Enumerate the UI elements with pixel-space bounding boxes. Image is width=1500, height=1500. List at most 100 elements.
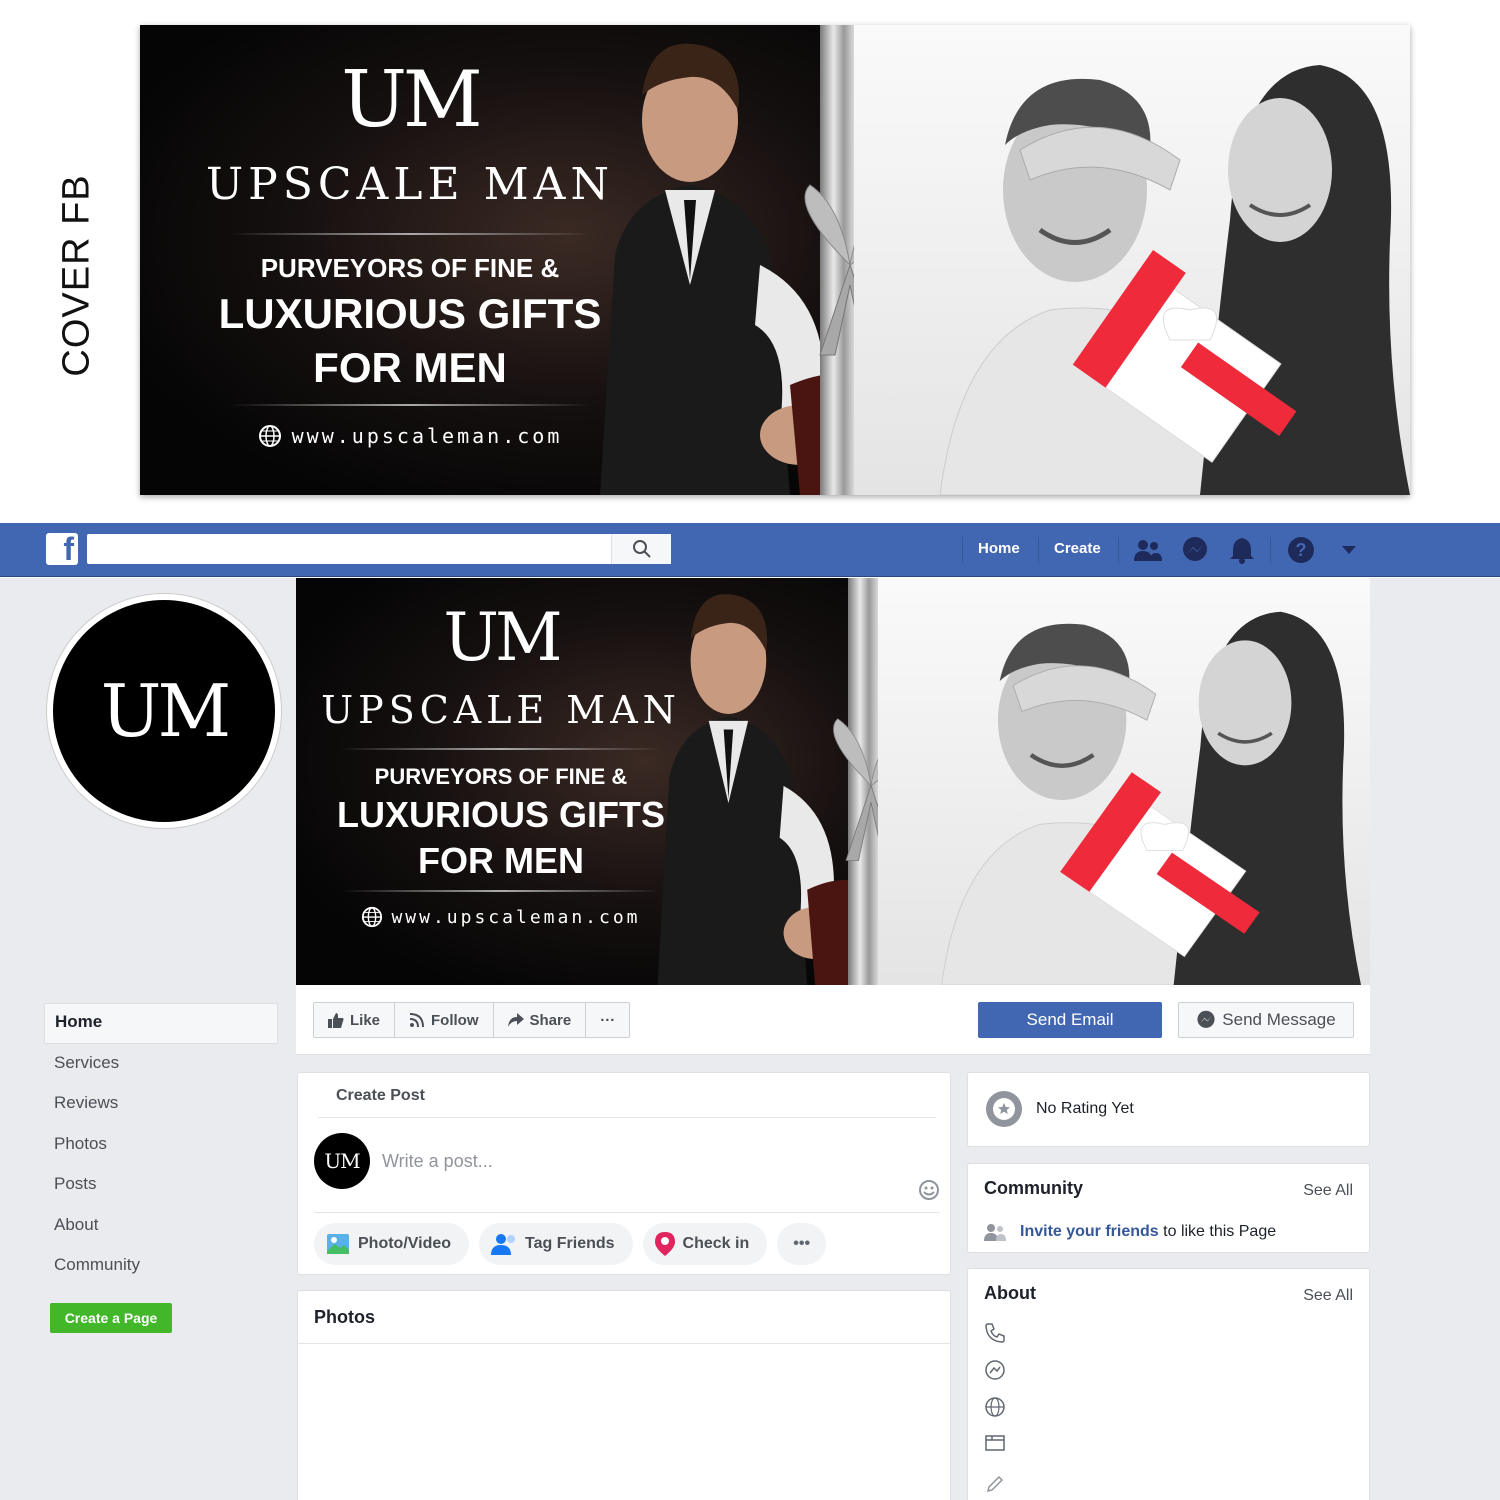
nav-separator — [1270, 537, 1271, 563]
more-options-button[interactable]: ··· — [586, 1003, 629, 1037]
check-in-label: Check in — [682, 1235, 750, 1252]
thumbs-up-icon — [328, 1013, 344, 1028]
cover-url-row: www.upscaleman.com — [200, 424, 620, 448]
check-in-button[interactable]: Check in — [642, 1223, 768, 1265]
cover-logo: UM — [443, 599, 562, 676]
avatar: UM — [314, 1133, 370, 1189]
nav-separator — [1038, 537, 1039, 563]
help-icon[interactable]: ? — [1286, 535, 1316, 565]
facebook-logo[interactable]: f — [46, 531, 78, 567]
profile-picture[interactable]: UM — [47, 594, 281, 828]
create-page-button[interactable]: Create a Page — [50, 1303, 172, 1333]
globe-icon — [258, 425, 281, 447]
page-root: COVER FB UM UPSCALE MAN PURVEYORS OF FIN… — [0, 0, 1500, 1500]
community-title[interactable]: Community — [984, 1178, 1083, 1199]
page-action-bar: Like Follow Share ··· Send Email Send Me… — [296, 985, 1370, 1055]
photo-video-button[interactable]: Photo/Video — [314, 1223, 470, 1265]
fb-topbar: f Home Create ? — [0, 523, 1500, 577]
cover-tagline-3: FOR MEN — [418, 840, 584, 881]
friends-icon[interactable] — [1133, 535, 1163, 565]
couple-illustration — [941, 611, 1361, 985]
account-menu-chevron-down-icon[interactable] — [1334, 535, 1364, 565]
invite-friends-text: to like this Page — [1163, 1223, 1277, 1240]
send-message-button[interactable]: Send Message — [1178, 1002, 1354, 1038]
left-nav-posts[interactable]: Posts — [44, 1165, 278, 1206]
divider — [314, 1212, 940, 1213]
cover-url: www.upscaleman.com — [291, 424, 563, 448]
rating-text: No Rating Yet — [1036, 1100, 1134, 1117]
photos-card: Photos — [297, 1290, 951, 1500]
rating-star-icon — [986, 1091, 1022, 1127]
like-button[interactable]: Like — [314, 1003, 396, 1037]
svg-text:?: ? — [1296, 540, 1307, 560]
search-button[interactable] — [611, 534, 671, 564]
nav-create[interactable]: Create — [1054, 540, 1101, 557]
avatar-logo: UM — [324, 1149, 360, 1173]
cover-url: www.upscaleman.com — [391, 906, 641, 928]
send-message-label: Send Message — [1222, 1010, 1336, 1029]
cover-rule-bottom — [341, 890, 661, 892]
notifications-bell-icon[interactable] — [1227, 535, 1257, 565]
side-label-text: COVER FB — [55, 173, 98, 377]
community-see-all-link[interactable]: See All — [1303, 1182, 1353, 1200]
search-input[interactable] — [87, 534, 671, 564]
invite-friends-row: Invite your friends to like this Page — [984, 1223, 1276, 1241]
emoji-icon[interactable] — [918, 1179, 940, 1206]
messenger-icon — [984, 1359, 1006, 1381]
cover-brand-name: UPSCALE MAN — [321, 688, 681, 732]
rss-follow-icon — [409, 1013, 425, 1028]
share-label: Share — [529, 1011, 572, 1029]
rating-card: No Rating Yet — [967, 1072, 1370, 1147]
divider — [298, 1343, 950, 1344]
like-label: Like — [350, 1011, 381, 1029]
nav-home[interactable]: Home — [978, 540, 1020, 557]
nav-separator — [962, 537, 963, 563]
share-button[interactable]: Share — [494, 1003, 587, 1037]
left-nav-reviews[interactable]: Reviews — [44, 1084, 278, 1125]
left-nav-about[interactable]: About — [44, 1206, 278, 1247]
edit-icon[interactable] — [984, 1473, 1006, 1495]
create-post-title[interactable]: Create Post — [336, 1087, 425, 1105]
profile-picture-inner: UM — [53, 600, 275, 822]
cover-tagline-2: LUXURIOUS GIFTS — [336, 794, 665, 835]
write-post-input[interactable]: Write a post... — [382, 1151, 493, 1172]
left-nav-services[interactable]: Services — [44, 1044, 278, 1085]
cover-tagline-2: LUXURIOUS GIFTS — [218, 290, 602, 337]
cover-brand-name: UPSCALE MAN — [206, 159, 614, 210]
tag-friends-icon — [491, 1234, 516, 1255]
page-action-group: Like Follow Share ··· — [313, 1002, 631, 1038]
more-options-label: ··· — [600, 1011, 616, 1029]
divider — [318, 1117, 936, 1118]
more-post-options-button[interactable]: ••• — [777, 1223, 827, 1265]
cover-text-block: UM UPSCALE MAN PURVEYORS OF FINE & LUXUR… — [316, 600, 686, 928]
page-cover-photo[interactable]: UM UPSCALE MAN PURVEYORS OF FINE & LUXUR… — [296, 578, 1370, 985]
cover-preview: UM UPSCALE MAN PURVEYORS OF FINE & LUXUR… — [140, 25, 1410, 495]
send-email-button[interactable]: Send Email — [978, 1002, 1162, 1038]
profile-logo: UM — [100, 669, 231, 753]
tag-friends-button[interactable]: Tag Friends — [479, 1223, 633, 1265]
about-title[interactable]: About — [984, 1283, 1036, 1304]
photo-video-label: Photo/Video — [358, 1235, 452, 1252]
cover-rule-top — [341, 748, 661, 750]
side-label: COVER FB — [52, 170, 102, 380]
left-nav-photos[interactable]: Photos — [44, 1125, 278, 1166]
messenger-icon[interactable] — [1180, 535, 1210, 565]
follow-button[interactable]: Follow — [395, 1003, 494, 1037]
cover-text-block: UM UPSCALE MAN PURVEYORS OF FINE & LUXUR… — [200, 55, 620, 448]
photos-title[interactable]: Photos — [314, 1307, 375, 1328]
left-nav-community[interactable]: Community — [44, 1246, 278, 1287]
globe-icon — [984, 1396, 1006, 1418]
left-nav-home[interactable]: Home — [44, 1003, 278, 1044]
about-see-all-link[interactable]: See All — [1303, 1287, 1353, 1305]
cover-rule-top — [230, 233, 590, 235]
cover-tagline-3: FOR MEN — [313, 344, 507, 391]
globe-icon — [362, 906, 383, 928]
facebook-logo-letter: f — [63, 531, 74, 567]
people-icon — [984, 1224, 1006, 1241]
nav-separator — [1118, 537, 1119, 563]
cover-logo: UM — [341, 55, 483, 145]
invite-friends-link[interactable]: Invite your friends — [1020, 1223, 1159, 1240]
category-icon — [984, 1432, 1006, 1454]
community-card: Community See All Invite your friends to… — [967, 1163, 1370, 1253]
post-options-row: Photo/Video Tag Friends Check in ••• — [314, 1223, 827, 1265]
